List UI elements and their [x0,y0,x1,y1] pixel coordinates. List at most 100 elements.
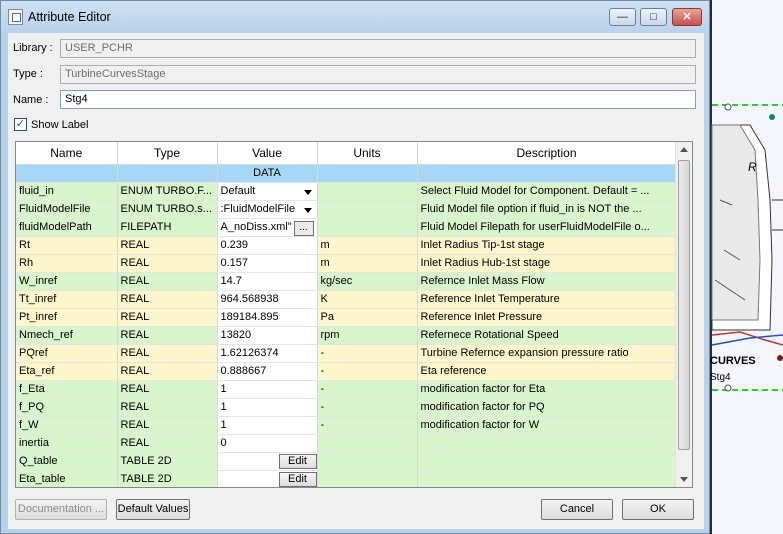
description-cell: Inlet Radius Tip-1st stage [417,236,677,255]
table-row[interactable]: inertia REAL 0 [16,434,677,453]
attribute-table: Name Type Value Units Description DATA f… [15,141,693,488]
name-cell: f_PQ [16,398,118,417]
app-icon [8,9,23,25]
documentation-button[interactable]: Documentation ... [15,499,107,520]
scroll-up-icon[interactable] [680,147,688,152]
close-button[interactable]: ✕ [672,8,702,26]
column-header-name[interactable]: Name [16,142,118,165]
table-row[interactable]: Nmech_ref REAL 13820 rpm Refernece Rotationa… [16,326,677,345]
value-cell[interactable]: :FluidModelFile [217,200,318,219]
show-label-checkbox[interactable]: ✓ [14,118,27,131]
units-cell: - [317,344,418,363]
minimize-button[interactable]: — [609,8,636,26]
scroll-down-icon[interactable] [680,477,688,482]
chevron-down-icon[interactable] [303,190,312,195]
filepath-value[interactable]: A_noDiss.xml" [221,221,292,233]
type-cell: REAL [117,326,218,345]
table-row[interactable]: fluidModelPath FILEPATH A_noDiss.xml"... Fl… [16,218,677,237]
units-cell: - [317,380,418,399]
table-row[interactable]: Rh REAL 0.157 m Inlet Radius Hub-1st stage [16,254,677,273]
type-cell: REAL [117,236,218,255]
table-row[interactable]: W_inref REAL 14.7 kg/sec Refernce Inlet Mass… [16,272,677,291]
description-cell: Select Fluid Model for Component. Defaul… [417,182,677,201]
name-cell: fluid_in [16,182,118,201]
table-row[interactable]: FluidModelFile ENUM TURBO.s...:FluidModel… [16,200,677,219]
value-cell[interactable]: Edit [217,452,318,471]
curves-label: CURVES [710,355,756,367]
name-input[interactable]: Stg4 [60,90,696,109]
value-cell[interactable]: 964.568938 [217,290,318,309]
name-cell: Tt_inref [16,290,118,309]
value-cell[interactable]: 0.888667 [217,362,318,381]
browse-button[interactable]: ... [293,221,314,235]
value-cell[interactable]: Edit [217,470,318,487]
table-row[interactable]: Eta_ref REAL 0.888667- Eta reference [16,362,677,381]
name-cell: FluidModelFile [16,200,118,219]
table-row[interactable]: Eta_table TABLE 2D Edit [16,470,677,487]
table-row[interactable]: Q_table TABLE 2D Edit [16,452,677,471]
value-select[interactable]: Default [221,185,256,197]
title-bar[interactable]: Attribute Editor — □ ✕ [1,1,709,33]
vertical-scrollbar[interactable] [675,142,692,487]
column-header-value[interactable]: Value [217,142,318,165]
units-cell [317,200,418,219]
value-cell[interactable]: A_noDiss.xml"... [217,218,318,237]
type-cell: REAL [117,398,218,417]
default-values-button[interactable]: Default Values [116,499,190,520]
column-header-type[interactable]: Type [117,142,218,165]
value-cell[interactable]: Default [217,182,318,201]
column-header-units[interactable]: Units [317,142,418,165]
table-row[interactable]: Pt_inref REAL 189184.895 Pa Reference Inlet … [16,308,677,327]
ok-button[interactable]: OK [622,499,694,520]
units-cell: m [317,254,418,273]
units-cell: K [317,290,418,309]
value-cell[interactable]: 0.239 [217,236,318,255]
section-label: DATA [217,164,318,183]
maximize-button[interactable]: □ [640,8,667,26]
units-cell: m [317,236,418,255]
name-label: Name : [13,94,49,106]
name-cell: W_inref [16,272,118,291]
type-cell: REAL [117,272,218,291]
edit-table-button[interactable]: Edit [278,471,316,487]
value-cell[interactable]: 1.62126374 [217,344,318,363]
description-cell: Refernce Inlet Mass Flow [417,272,677,291]
value-cell[interactable]: 1 [217,416,318,435]
name-cell: f_W [16,416,118,435]
units-cell: Pa [317,308,418,327]
value-cell[interactable]: 1 [217,398,318,417]
section-row: DATA [16,164,677,183]
table-row[interactable]: f_W REAL 1- modification factor for W [16,416,677,435]
units-cell [317,470,418,487]
units-cell [317,218,418,237]
value-cell[interactable]: 0.157 [217,254,318,273]
description-cell: Eta reference [417,362,677,381]
units-cell [317,434,418,453]
chevron-down-icon[interactable] [303,208,312,213]
cancel-button[interactable]: Cancel [541,499,613,520]
table-row[interactable]: f_Eta REAL 1- modification factor for Eta [16,380,677,399]
value-cell[interactable]: 14.7 [217,272,318,291]
table-row[interactable]: fluid_in ENUM TURBO.F... Default Select Flu… [16,182,677,201]
table-row[interactable]: Rt REAL 0.239 m Inlet Radius Tip-1st stage [16,236,677,255]
diagram-canvas[interactable]: R CURVES Stg4 [710,0,783,534]
value-cell[interactable]: 13820 [217,326,318,345]
value-cell[interactable]: 189184.895 [217,308,318,327]
type-cell: REAL [117,434,218,453]
table-row[interactable]: Tt_inref REAL 964.568938 K Reference Inlet T… [16,290,677,309]
units-cell: - [317,398,418,417]
type-field: TurbineCurvesStage [60,65,696,84]
table-row[interactable]: PQref REAL 1.62126374- Turbine Refernce exp… [16,344,677,363]
scrollbar-thumb[interactable] [678,160,690,450]
edit-table-button[interactable]: Edit [278,453,316,469]
type-cell: ENUM TURBO.s... [117,200,218,219]
value-select[interactable]: :FluidModelFile [221,203,296,215]
name-cell: Rh [16,254,118,273]
value-cell[interactable]: 0 [217,434,318,453]
type-cell: REAL [117,362,218,381]
value-cell[interactable]: 1 [217,380,318,399]
window-title: Attribute Editor [28,10,111,24]
description-cell [417,434,677,453]
column-header-description[interactable]: Description [417,142,677,165]
table-row[interactable]: f_PQ REAL 1- modification factor for PQ [16,398,677,417]
